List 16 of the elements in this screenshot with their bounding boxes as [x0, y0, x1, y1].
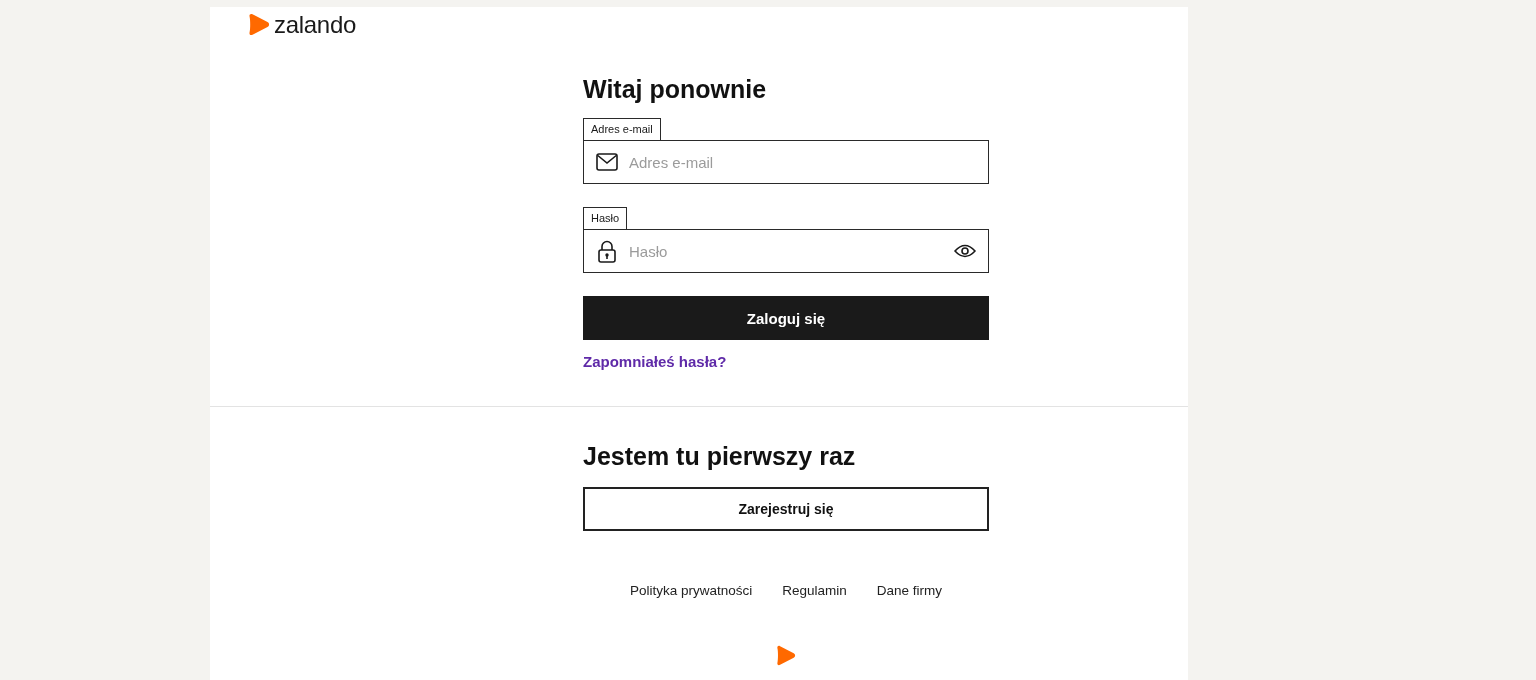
- eye-icon[interactable]: [954, 244, 976, 258]
- password-input[interactable]: Hasło: [583, 229, 989, 273]
- register-button[interactable]: Zarejestruj się: [583, 487, 989, 531]
- logo-icon: [776, 645, 796, 666]
- page-heading: Witaj ponownie: [583, 74, 768, 104]
- login-button[interactable]: Zaloguj się: [583, 296, 989, 340]
- email-input[interactable]: Adres e-mail: [583, 140, 989, 184]
- section-heading: Jestem tu pierwszy raz: [583, 441, 857, 471]
- lock-icon: [598, 239, 616, 263]
- footer-link[interactable]: Dane firmy: [876, 581, 943, 601]
- envelope-icon: [596, 153, 618, 171]
- logo-text[interactable]: zalando: [274, 13, 356, 36]
- footer-link[interactable]: Polityka prywatności: [629, 581, 753, 601]
- footer-link[interactable]: Regulamin: [782, 581, 847, 601]
- forgot-password-link[interactable]: Zapomniałeś hasła?: [583, 352, 727, 372]
- logo-icon: [248, 13, 270, 36]
